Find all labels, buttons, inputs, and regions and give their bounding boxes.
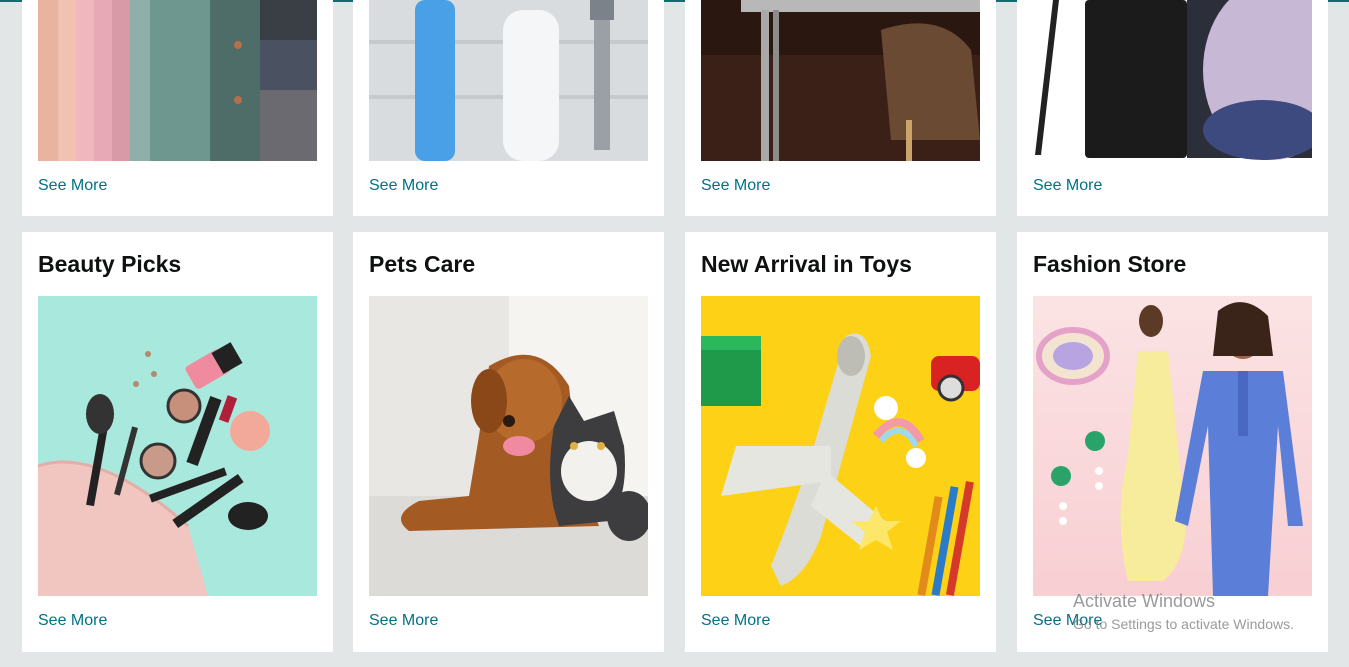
card-image-toiletries[interactable] [369,0,648,161]
see-more-link[interactable]: See More [1033,177,1102,195]
card-image-toys[interactable] [701,296,980,596]
see-more-link[interactable]: See More [1033,612,1102,630]
card-title: Pets Care [369,251,476,277]
category-card: See More [685,0,996,216]
card-image-pets[interactable] [369,296,648,596]
see-more-link[interactable]: See More [701,612,770,630]
card-image-desk[interactable] [701,0,980,161]
category-card: See More [1017,0,1328,216]
card-image-smartphone[interactable] [1033,0,1312,161]
category-card-fashion: Fashion Store See More [1017,232,1328,652]
category-card: See More [353,0,664,216]
card-title: Fashion Store [1033,251,1187,277]
card-title: New Arrival in Toys [701,251,912,277]
see-more-link[interactable]: See More [38,612,107,630]
card-image-fashion[interactable] [1033,296,1312,596]
card-image-makeup[interactable] [38,296,317,596]
see-more-link[interactable]: See More [38,177,107,195]
see-more-link[interactable]: See More [701,177,770,195]
card-image-fabric[interactable] [38,0,317,161]
card-title: Beauty Picks [38,251,182,277]
see-more-link[interactable]: See More [369,177,438,195]
category-card-pets: Pets Care See More [353,232,664,652]
category-card-toys: New Arrival in Toys See More [685,232,996,652]
category-card: See More [22,0,333,216]
category-card-beauty: Beauty Picks See More [22,232,333,652]
see-more-link[interactable]: See More [369,612,438,630]
